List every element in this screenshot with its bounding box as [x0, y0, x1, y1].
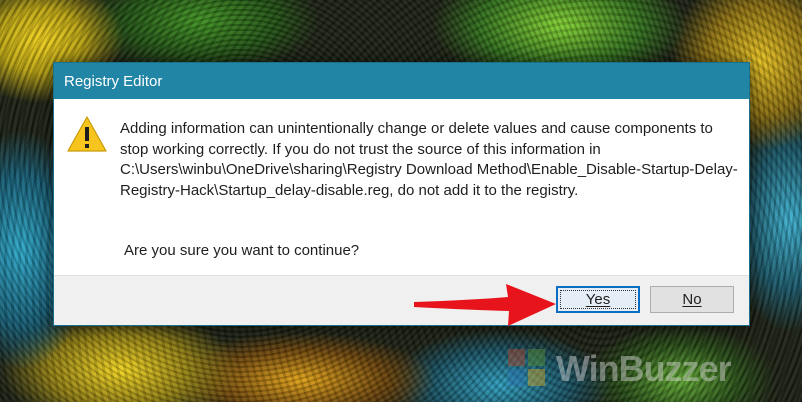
dialog-content: Adding information can unintentionally c… — [54, 99, 749, 277]
dialog-title: Registry Editor — [64, 72, 163, 90]
dialog-message: Adding information can unintentionally c… — [120, 120, 738, 199]
red-arrow-annotation-icon — [414, 284, 556, 326]
watermark: WinBuzzer — [508, 344, 732, 394]
no-button[interactable]: No — [650, 286, 734, 313]
dialog-titlebar[interactable]: Registry Editor — [54, 63, 749, 99]
warning-icon — [67, 116, 107, 152]
winbuzzer-logo-icon — [508, 349, 548, 389]
registry-editor-dialog: Registry Editor Adding information can u… — [53, 62, 750, 326]
dialog-button-bar: Yes No — [54, 275, 749, 325]
yes-button[interactable]: Yes — [556, 286, 640, 313]
dialog-question: Are you sure you want to continue? — [124, 242, 360, 259]
watermark-text: WinBuzzer — [556, 348, 732, 389]
